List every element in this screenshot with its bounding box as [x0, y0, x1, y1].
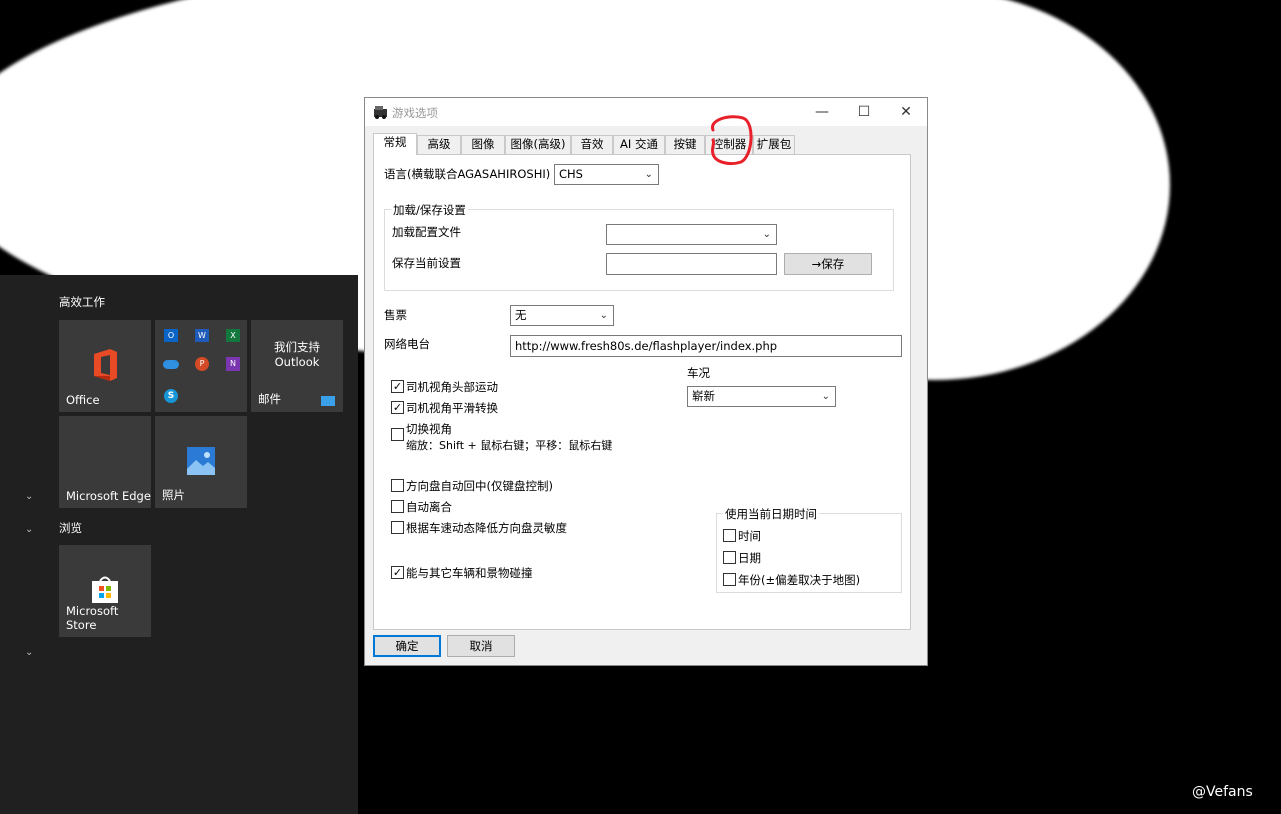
tile-office-label: Office: [66, 393, 100, 407]
switch-view-hint: 缩放：Shift + 鼠标右键；平移：鼠标右键: [406, 439, 613, 452]
powerpoint-icon: P: [195, 357, 209, 371]
language-label: 语言(横载联合AGASAHIROSHI): [384, 167, 551, 181]
save-name-input[interactable]: [606, 253, 777, 275]
checkbox-unchecked-icon: [723, 529, 736, 542]
condition-select[interactable]: 崭新 ⌄: [687, 386, 836, 407]
tab-expansion[interactable]: 扩展包: [753, 135, 795, 154]
checkbox-unchecked-icon: [723, 551, 736, 564]
ok-button[interactable]: 确定: [373, 635, 441, 657]
radio-label: 网络电台: [384, 337, 430, 351]
checkbox-checked-icon: ✓: [391, 401, 404, 414]
tile-photos[interactable]: 照片: [155, 416, 247, 508]
auto-clutch-label: 自动离合: [406, 500, 452, 514]
close-button[interactable]: ✕: [891, 101, 921, 123]
head-motion-label: 司机视角头部运动: [406, 380, 498, 394]
tile-office-apps[interactable]: O W X P N S: [155, 320, 247, 412]
office-icon: [94, 349, 117, 381]
start-menu: 高效工作 Office O W X P N S 我们支持 Outlook 邮件 …: [0, 275, 358, 814]
skype-icon: S: [164, 389, 178, 403]
tab-advanced[interactable]: 高级: [417, 135, 461, 154]
tile-outlook-support-text: 我们支持 Outlook: [274, 340, 320, 369]
checkbox-unchecked-icon: [723, 573, 736, 586]
chevron-down-icon: ⌄: [599, 310, 608, 321]
chevron-down-icon[interactable]: ⌄: [25, 524, 33, 535]
tile-edge[interactable]: Microsoft Edge: [59, 416, 151, 508]
language-value: CHS: [559, 167, 583, 181]
general-tab-panel: 语言(横载联合AGASAHIROSHI) CHS ⌄ 加载/保存设置 加载配置文…: [373, 154, 911, 630]
checkbox-checked-icon: ✓: [391, 380, 404, 393]
auto-center-label: 方向盘自动回中(仅键盘控制): [406, 479, 553, 493]
game-options-dialog: 游戏选项 — ☐ ✕ 常规 高级 图像 图像(高级) 音效 AI 交通 按键 控…: [364, 97, 928, 666]
excel-icon: X: [226, 329, 240, 342]
load-save-group: 加载/保存设置 加载配置文件 ⌄ 保存当前设置 →保存: [384, 202, 894, 291]
save-settings-label: 保存当前设置: [392, 256, 461, 270]
checkbox-unchecked-icon: [391, 479, 404, 492]
chevron-down-icon: ⌄: [762, 229, 771, 240]
chevron-down-icon: ⌄: [821, 391, 830, 402]
group-title-browse: 浏览: [59, 521, 82, 535]
photos-icon: [187, 447, 215, 475]
load-config-select[interactable]: ⌄: [606, 224, 777, 245]
smooth-turn-label: 司机视角平滑转换: [406, 401, 498, 415]
tile-office[interactable]: Office: [59, 320, 151, 412]
chevron-down-icon[interactable]: ⌄: [25, 491, 33, 502]
save-button[interactable]: →保存: [784, 253, 872, 275]
condition-label: 车况: [687, 366, 710, 380]
onenote-icon: N: [226, 357, 240, 371]
condition-value: 崭新: [692, 389, 715, 403]
tab-sound[interactable]: 音效: [571, 135, 613, 154]
tile-mail-label: 邮件: [258, 392, 281, 406]
tile-mail[interactable]: 我们支持 Outlook 邮件: [251, 320, 343, 412]
tile-photos-label: 照片: [162, 488, 185, 502]
watermark: @Vefans: [1192, 784, 1253, 800]
mail-icon: [321, 396, 335, 406]
load-config-label: 加载配置文件: [392, 225, 461, 239]
speed-sensitivity-label: 根据车速动态降低方向盘灵敏度: [406, 521, 567, 535]
chevron-down-icon: ⌄: [644, 169, 653, 180]
load-save-title: 加载/保存设置: [391, 202, 468, 218]
outlook-icon: O: [164, 329, 178, 342]
tab-graphics[interactable]: 图像: [461, 135, 505, 154]
titlebar: 游戏选项 — ☐ ✕: [365, 98, 927, 126]
datetime-title: 使用当前日期时间: [723, 506, 819, 522]
group-title-productivity: 高效工作: [59, 295, 105, 309]
checkbox-unchecked-icon: [391, 500, 404, 513]
word-icon: W: [195, 329, 209, 342]
app-icon: [374, 106, 387, 119]
date-label: 日期: [738, 551, 761, 565]
ticket-select[interactable]: 无 ⌄: [510, 305, 614, 326]
switch-view-label: 切换视角: [406, 422, 452, 436]
collision-label: 能与其它车辆和景物碰撞: [406, 566, 533, 580]
maximize-button[interactable]: ☐: [849, 101, 879, 123]
ticket-label: 售票: [384, 308, 407, 322]
checkbox-checked-icon: ✓: [391, 566, 404, 579]
tab-ai-traffic[interactable]: AI 交通: [613, 135, 665, 154]
tile-store-label: Microsoft Store: [66, 604, 119, 632]
ticket-value: 无: [515, 308, 527, 322]
tab-general[interactable]: 常规: [373, 133, 417, 155]
language-select[interactable]: CHS ⌄: [554, 164, 659, 185]
year-label: 年份(±偏差取决于地图): [738, 573, 861, 587]
time-label: 时间: [738, 529, 761, 543]
checkbox-unchecked-icon: [391, 428, 404, 441]
tile-store[interactable]: Microsoft Store: [59, 545, 151, 637]
dialog-title: 游戏选项: [392, 106, 438, 120]
tab-graphics-advanced[interactable]: 图像(高级): [505, 135, 571, 154]
store-icon: [92, 576, 118, 603]
radio-url-input[interactable]: http://www.fresh80s.de/flashplayer/index…: [510, 335, 902, 357]
datetime-group: 使用当前日期时间 时间 日期 年份(±偏差取决于地图): [716, 506, 902, 593]
cancel-button[interactable]: 取消: [447, 635, 515, 657]
tile-edge-label: Microsoft Edge: [66, 489, 151, 503]
checkbox-unchecked-icon: [391, 521, 404, 534]
onedrive-icon: [163, 360, 179, 369]
annotation-circle: [710, 115, 753, 166]
chevron-down-icon[interactable]: ⌄: [25, 647, 33, 658]
minimize-button[interactable]: —: [807, 101, 837, 123]
